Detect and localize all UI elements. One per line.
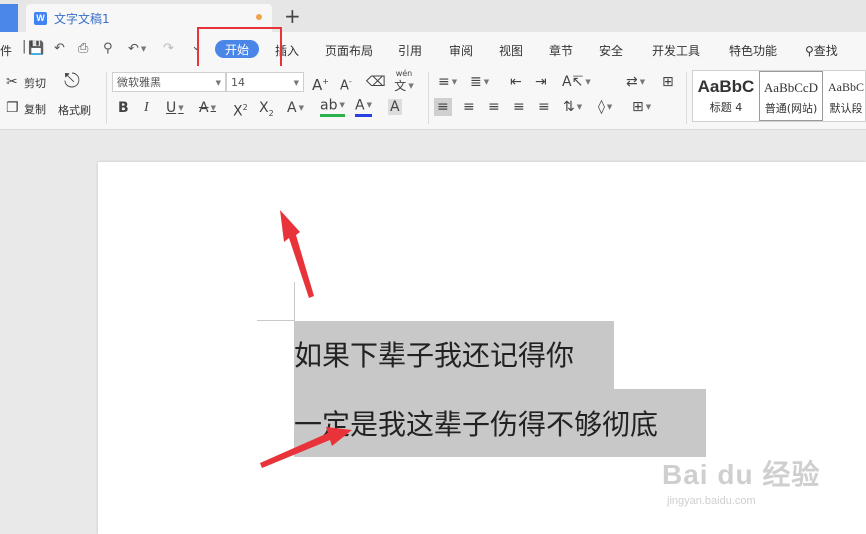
distributed-icon[interactable]: ≡ — [538, 99, 550, 115]
cut-button[interactable]: 剪切 — [24, 75, 46, 91]
pinyin-guide-button[interactable]: wén 文 ▼ — [393, 70, 415, 94]
bold-icon[interactable]: B — [118, 100, 129, 116]
superscript-icon[interactable]: X2 — [233, 100, 248, 120]
chevron-down-icon: ▼ — [215, 79, 221, 87]
pinyin-ruby: wén — [395, 69, 413, 78]
bullet-list-icon[interactable]: ≡ ▼ — [438, 74, 457, 90]
font-size-value: 14 — [231, 75, 245, 89]
print-icon[interactable]: ⎙ — [78, 41, 88, 57]
chinese-layout-icon[interactable]: A↸ ▼ — [562, 74, 591, 90]
group-divider — [106, 72, 107, 124]
group-divider — [686, 72, 687, 124]
menu-bar: 件 | 💾 ↶ ⎙ ⚲ ↶ ▼ ↷ ⌄ 插入 页面布局 引用 审阅 视图 章节 安… — [0, 32, 866, 66]
subscript-icon[interactable]: X2 — [259, 100, 274, 122]
align-right-icon[interactable]: ≡ — [488, 99, 500, 115]
pinyin-glyph: 文 — [394, 79, 407, 93]
margin-corner-mark — [294, 282, 295, 320]
tab-developer[interactable]: 开发工具 — [652, 42, 700, 59]
tab-special-features[interactable]: 特色功能 — [729, 42, 777, 59]
style-sample: AaBbC — [697, 77, 755, 96]
format-painter-icon[interactable]: ⎋ — [64, 70, 80, 90]
style-name: 默认段 — [829, 102, 863, 115]
search-label: 查找 — [813, 44, 838, 58]
app-home-button[interactable] — [0, 4, 18, 32]
copy-icon[interactable]: ❐ — [6, 100, 19, 116]
menu-file[interactable]: 件 — [0, 42, 12, 59]
strikethrough-icon[interactable]: A ▼ — [199, 100, 216, 116]
paragraph-shading-icon[interactable]: ◊ ▼ — [598, 99, 612, 115]
style-name: 普通(网站) — [764, 102, 818, 115]
highlight-color-icon[interactable]: ab ▼ — [320, 98, 345, 117]
tab-view[interactable]: 视图 — [499, 42, 523, 59]
line-spacing-icon[interactable]: ⇅ ▼ — [563, 99, 582, 115]
watermark-url: jingyan.baidu.com — [667, 495, 756, 507]
document-line[interactable]: 一定是我这辈子伤得不够彻底 — [294, 405, 658, 445]
tab-sections[interactable]: 章节 — [549, 42, 573, 59]
tab-page-layout[interactable]: 页面布局 — [325, 42, 373, 59]
customize-chevron-icon[interactable]: ⌄ — [191, 39, 202, 55]
scissors-icon[interactable]: ✂ — [6, 74, 18, 90]
font-color-icon[interactable]: A ▼ — [355, 98, 372, 117]
tab-references[interactable]: 引用 — [398, 42, 422, 59]
writer-doc-icon: W — [34, 11, 47, 25]
document-tab-title: 文字文稿1 — [54, 11, 110, 26]
numbered-list-icon[interactable]: ≣ ▼ — [470, 74, 489, 90]
eraser-icon[interactable]: ⌫ — [366, 74, 386, 90]
style-normal-web[interactable]: AaBbCcD 普通(网站) — [759, 71, 823, 121]
export-pdf-icon[interactable]: ↶ — [54, 41, 65, 57]
baidu-watermark: Bai du 经验 jingyan.baidu.com — [662, 453, 822, 513]
font-size-select[interactable]: 14 ▼ — [226, 72, 304, 92]
increase-font-icon[interactable]: A+ — [312, 74, 329, 93]
group-divider — [428, 72, 429, 124]
underline-icon[interactable]: U ▼ — [166, 100, 184, 116]
document-line[interactable]: 如果下辈子我还记得你 — [294, 336, 574, 376]
chevron-down-icon: ▼ — [293, 79, 299, 87]
save-icon[interactable]: 💾 — [28, 41, 44, 57]
font-name-value: 微软雅黑 — [117, 76, 161, 89]
align-left-icon[interactable]: ≡ — [434, 98, 452, 116]
search-icon: ⚲ — [805, 44, 814, 58]
redo-icon[interactable]: ↷ — [163, 41, 174, 57]
italic-icon[interactable]: I — [144, 100, 149, 116]
borders-icon[interactable]: ⊞ ▼ — [632, 99, 651, 115]
decrease-indent-icon[interactable]: ⇤ — [510, 74, 522, 90]
font-name-select[interactable]: 微软雅黑 ▼ — [112, 72, 226, 92]
tab-start[interactable]: 开始 — [215, 40, 259, 58]
text-effect-icon[interactable]: A ▼ — [287, 100, 304, 116]
tab-review[interactable]: 审阅 — [449, 42, 473, 59]
copy-button[interactable]: 复制 — [24, 101, 46, 117]
tab-insert[interactable]: 插入 — [275, 42, 299, 59]
style-sample: AaBbC — [828, 80, 864, 94]
increase-indent-icon[interactable]: ⇥ — [535, 74, 547, 90]
title-bar: W 文字文稿1 + — [0, 0, 866, 32]
undo-icon[interactable]: ↶ ▼ — [128, 41, 146, 58]
tab-security[interactable]: 安全 — [599, 42, 623, 59]
style-gallery: AaBbC 标题 4 AaBbCcD 普通(网站) AaBbC 默认段 — [692, 70, 866, 122]
search-button[interactable]: ⚲查找 — [805, 42, 838, 59]
print-preview-icon[interactable]: ⚲ — [103, 41, 113, 57]
text-direction-icon[interactable]: ⇄ ▼ — [626, 74, 645, 90]
style-default-paragraph[interactable]: AaBbC 默认段 — [825, 71, 866, 121]
unsaved-dot-icon — [256, 14, 262, 20]
new-tab-button[interactable]: + — [284, 3, 301, 29]
decrease-font-icon[interactable]: A- — [340, 74, 352, 94]
style-name: 标题 4 — [709, 101, 743, 114]
separator-icon: | — [22, 39, 27, 54]
justify-icon[interactable]: ≡ — [513, 99, 525, 115]
format-painter-button[interactable]: 格式刷 — [58, 102, 91, 118]
chevron-down-icon: ▼ — [408, 82, 414, 90]
character-shading-icon[interactable]: A — [388, 99, 402, 115]
style-heading4[interactable]: AaBbC 标题 4 — [693, 71, 759, 121]
watermark-brand: Bai du 经验 — [662, 459, 821, 490]
show-hide-marks-icon[interactable]: ⊞ — [662, 74, 674, 90]
align-center-icon[interactable]: ≡ — [463, 99, 475, 115]
margin-corner-mark — [257, 320, 295, 321]
style-sample: AaBbCcD — [763, 80, 819, 95]
document-tab[interactable]: W 文字文稿1 — [26, 4, 272, 32]
